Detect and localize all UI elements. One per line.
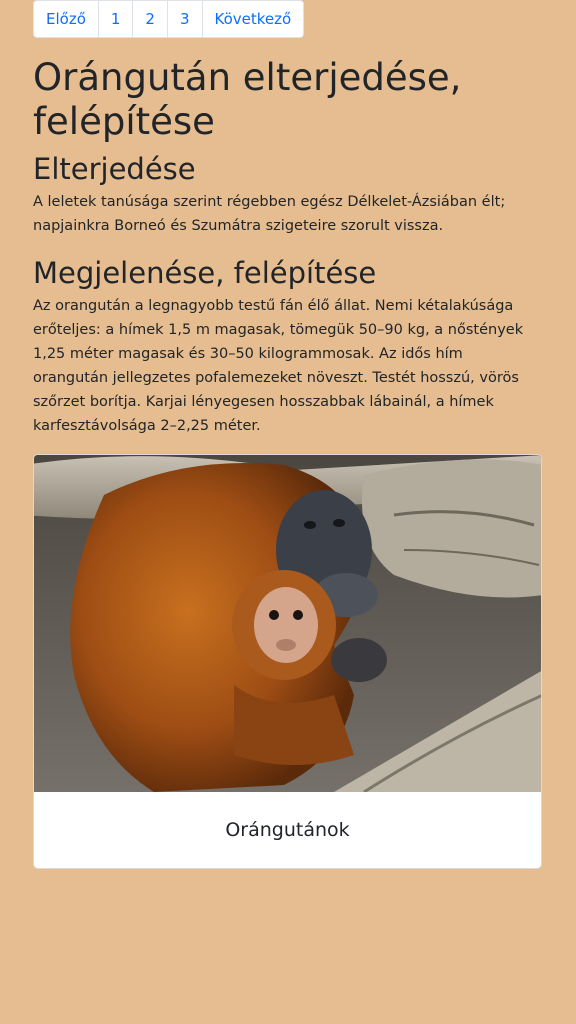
image-caption: Orángutánok	[225, 819, 350, 841]
pagination-page-2-link[interactable]: 2	[132, 0, 168, 38]
main-content: Előző 1 2 3 Következő Orángután elterjed…	[0, 0, 576, 869]
pagination-page-1-link[interactable]: 1	[97, 0, 134, 38]
pagination: Előző 1 2 3 Következő	[33, 0, 542, 38]
spread-paragraph: A leletek tanúsága szerint régebben egés…	[33, 194, 506, 234]
page-title: Orángután elterjedése, felépítése	[33, 56, 462, 143]
spread-heading: Elterjedése	[33, 152, 196, 186]
pagination-prev-link[interactable]: Előző	[33, 0, 99, 38]
pagination-next-link[interactable]: Következő	[201, 0, 305, 38]
appearance-paragraph: Az orangután a legnagyobb testű fán élő …	[33, 298, 524, 434]
image-card: Orángutánok	[33, 454, 542, 869]
image-card-body: Orángutánok	[34, 792, 541, 868]
appearance-heading: Megjelenése, felépítése	[33, 256, 377, 290]
orangutan-photo	[34, 455, 541, 792]
pagination-page-3-link[interactable]: 3	[166, 0, 203, 38]
